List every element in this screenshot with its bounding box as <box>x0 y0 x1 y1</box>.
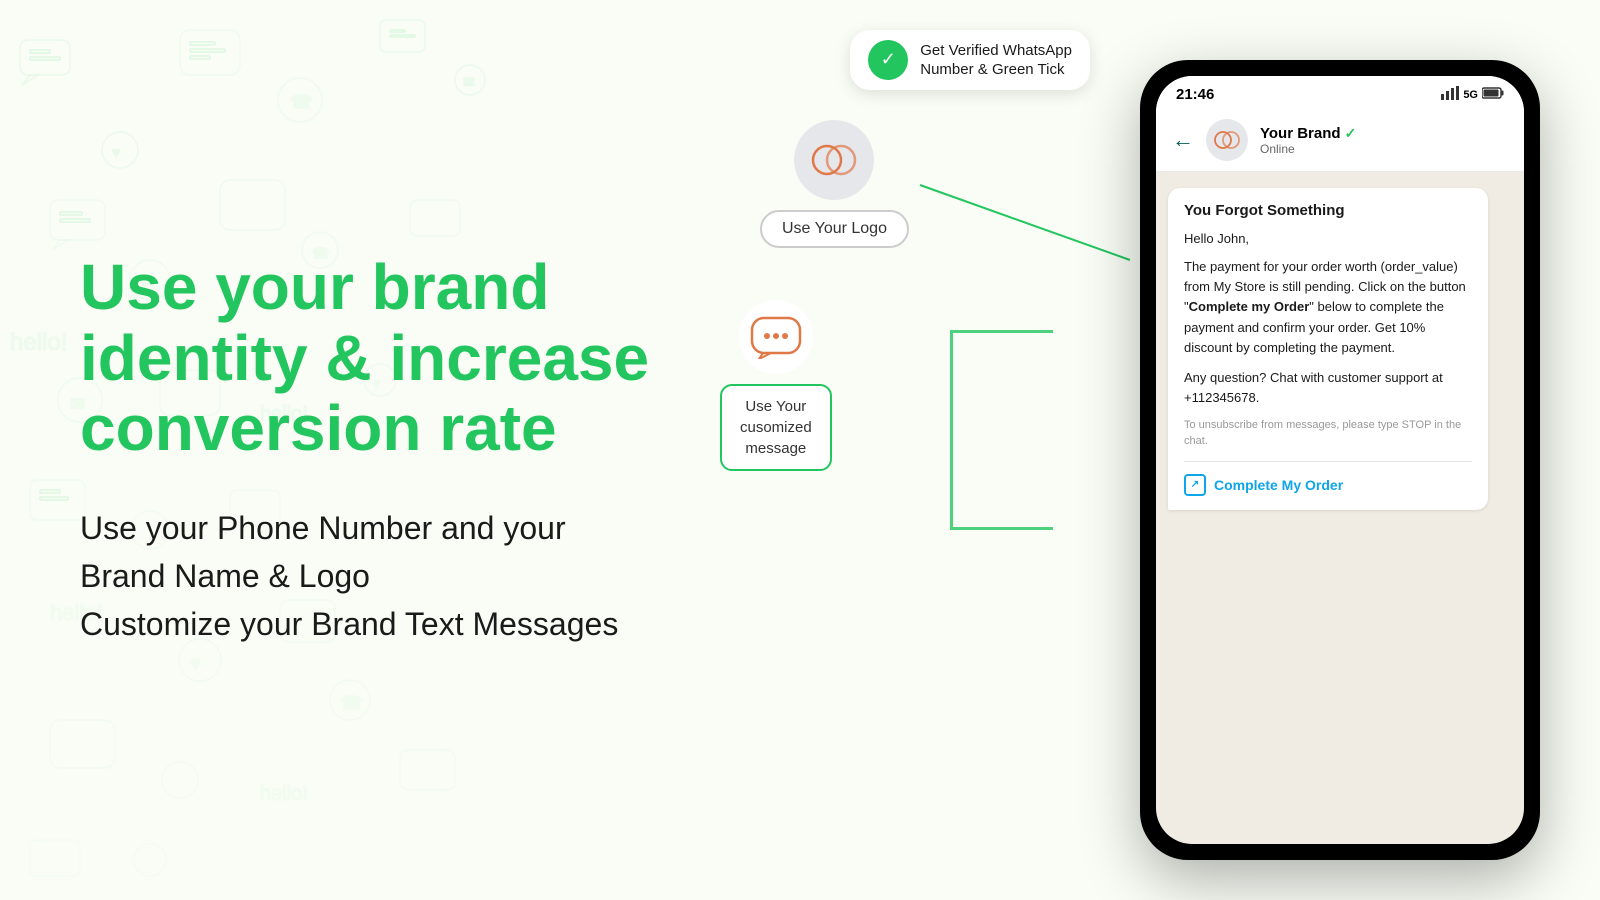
chat-body: You Forgot Something Hello John, The pay… <box>1156 172 1524 844</box>
use-msg-callout: Use Your cusomized message <box>720 300 832 471</box>
use-logo-callout: Use Your Logo <box>760 120 909 248</box>
status-icons: 5G <box>1441 86 1504 103</box>
use-msg-label: Use Your cusomized message <box>720 384 832 471</box>
subtext: Use your Phone Number and your Brand Nam… <box>80 504 680 648</box>
signal-bars-icon <box>1441 86 1459 103</box>
headline: Use your brand identity & increase conve… <box>80 252 680 463</box>
subtext-line2: Brand Name & Logo <box>80 558 370 594</box>
message-title: You Forgot Something <box>1184 202 1472 219</box>
phone-screen: 21:46 5G <box>1156 76 1524 844</box>
network-label: 5G <box>1463 89 1478 101</box>
status-time: 21:46 <box>1176 86 1214 103</box>
verified-checkmark-icon: ✓ <box>868 40 908 80</box>
body-text: The payment for your order worth (order_… <box>1184 257 1472 358</box>
cta-label: Complete My Order <box>1214 477 1343 493</box>
body-bold: Complete my Order <box>1189 299 1310 314</box>
cta-button[interactable]: ↗ Complete My Order <box>1184 461 1472 496</box>
contact-status: Online <box>1260 142 1508 156</box>
support-text: Any question? Chat with customer support… <box>1184 368 1472 408</box>
verified-badge-text: Get Verified WhatsApp Number & Green Tic… <box>920 41 1072 80</box>
chat-header: ← Your Brand ✓ Online <box>1156 109 1524 172</box>
message-body: Hello John, The payment for your order w… <box>1184 229 1472 449</box>
svg-text:hello!: hello! <box>10 329 67 356</box>
contact-info: Your Brand ✓ Online <box>1260 125 1508 156</box>
use-msg-label-line3: message <box>745 440 806 457</box>
subtext-line1: Use your Phone Number and your <box>80 510 566 546</box>
subtext-line3: Customize your Brand Text Messages <box>80 606 618 642</box>
cta-arrow-icon: ↗ <box>1184 474 1206 496</box>
contact-avatar <box>1206 119 1248 161</box>
logo-icon <box>794 120 874 200</box>
unsubscribe-text: To unsubscribe from messages, please typ… <box>1184 418 1472 449</box>
message-bubble: You Forgot Something Hello John, The pay… <box>1168 188 1488 510</box>
verified-badge: ✓ Get Verified WhatsApp Number & Green T… <box>850 30 1090 90</box>
left-section: Use your brand identity & increase conve… <box>60 0 680 900</box>
phone-frame: 21:46 5G <box>1140 60 1540 860</box>
use-msg-label-line1: Use Your <box>745 398 806 415</box>
greeting: Hello John, <box>1184 229 1472 249</box>
contact-name: Your Brand ✓ <box>1260 125 1508 142</box>
use-logo-label: Use Your Logo <box>760 210 909 248</box>
status-bar: 21:46 5G <box>1156 76 1524 109</box>
contact-name-text: Your Brand <box>1260 125 1341 142</box>
msg-icon <box>739 300 813 374</box>
battery-icon <box>1482 87 1504 102</box>
contact-verified-tick: ✓ <box>1345 125 1357 142</box>
use-msg-label-line2: cusomized <box>740 419 812 436</box>
verified-text-line1: Get Verified WhatsApp <box>920 41 1072 61</box>
back-button[interactable]: ← <box>1172 127 1194 153</box>
right-section: ✓ Get Verified WhatsApp Number & Green T… <box>640 0 1600 900</box>
verified-text-line2: Number & Green Tick <box>920 60 1072 80</box>
